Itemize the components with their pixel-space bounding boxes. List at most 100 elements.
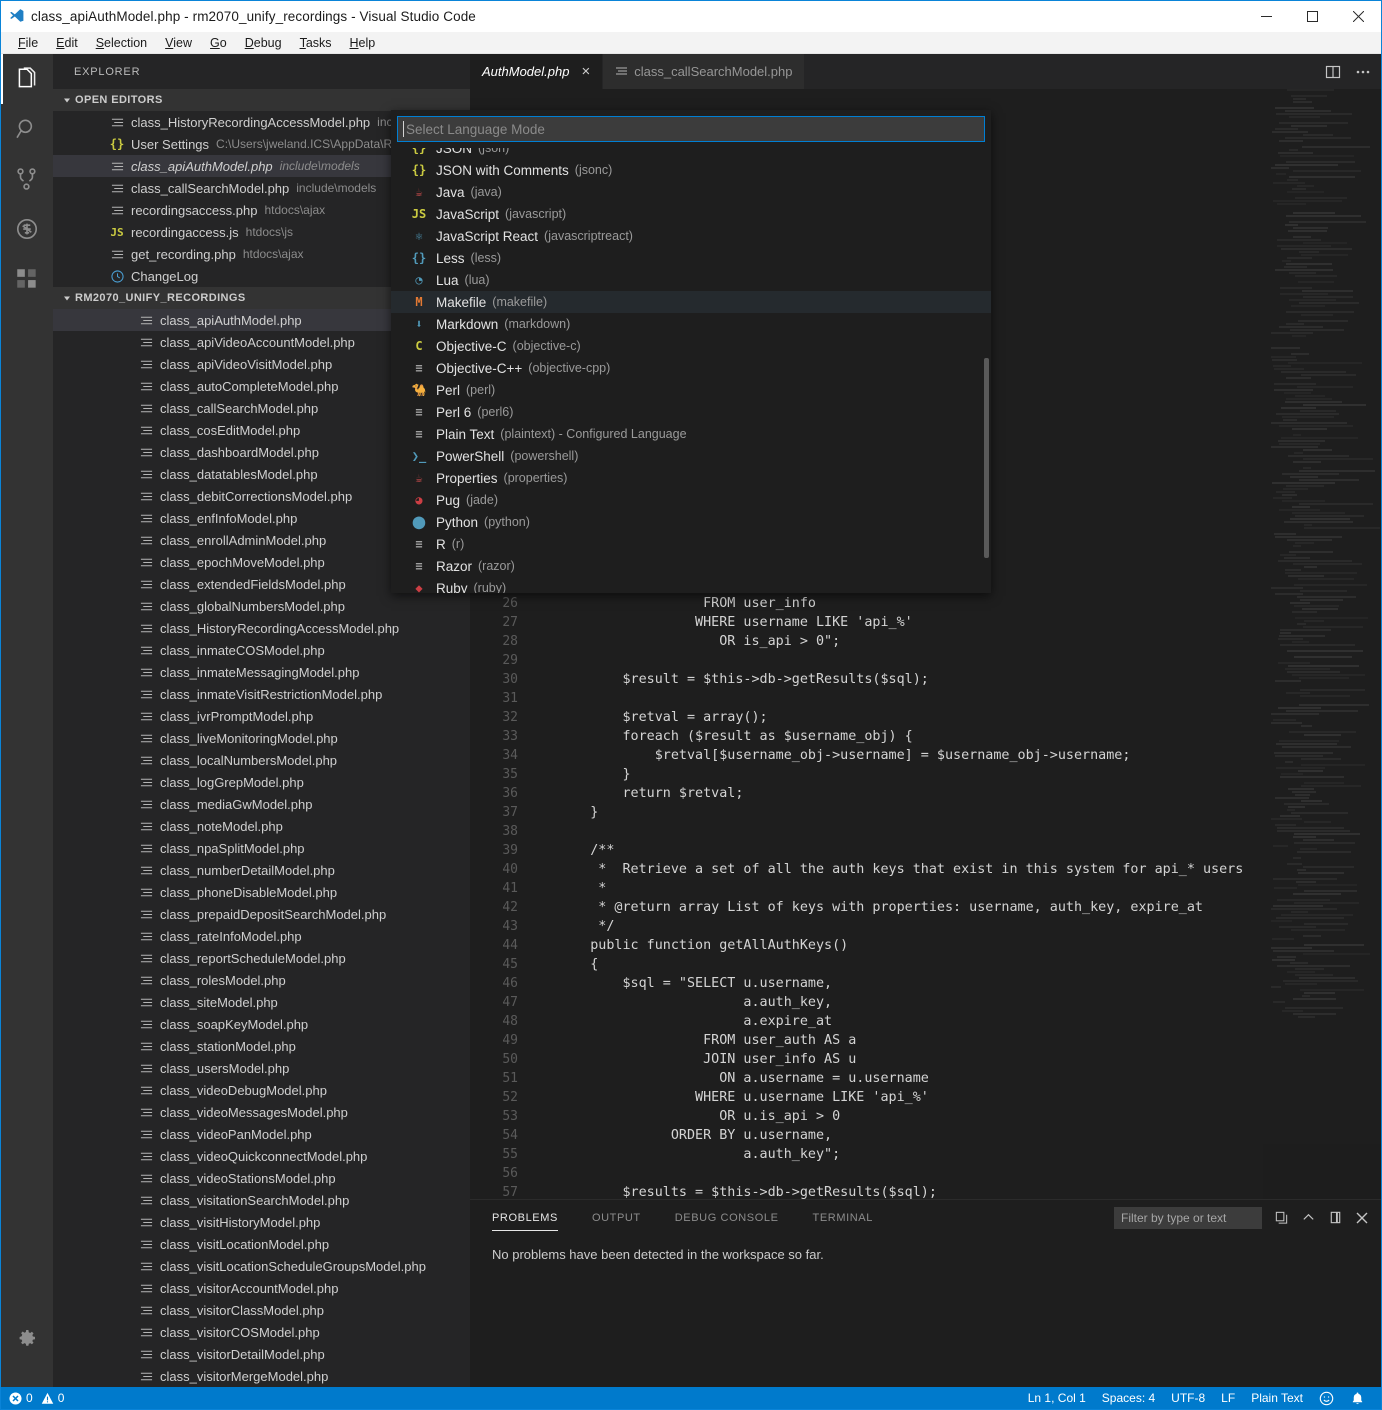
code-line[interactable]: 53 OR u.is_api > 0: [470, 1107, 1381, 1126]
code-lines[interactable]: 25 $sql = "SELECT username26 FROM user_i…: [470, 575, 1381, 1199]
file-tree-item[interactable]: class_videoDebugModel.php: [53, 1079, 470, 1101]
activity-explorer[interactable]: [1, 54, 53, 104]
menu-tasks[interactable]: Tasks: [291, 34, 341, 52]
chevron-up-icon[interactable]: [1301, 1210, 1316, 1225]
quick-pick-language-mode[interactable]: Select Language Mode {} JSON (json) {} JSO…: [391, 110, 991, 593]
status-language-mode[interactable]: Plain Text: [1243, 1387, 1311, 1409]
gear-icon[interactable]: [1, 1313, 53, 1363]
activity-debug[interactable]: [1, 204, 53, 254]
quick-pick-item[interactable]: ≡ Razor (razor): [391, 555, 991, 577]
file-tree-item[interactable]: class_rateInfoModel.php: [53, 925, 470, 947]
file-tree-item[interactable]: class_localNumbersModel.php: [53, 749, 470, 771]
quick-pick-item[interactable]: 🐪 Perl (perl): [391, 379, 991, 401]
quick-pick-item[interactable]: {} Less (less): [391, 247, 991, 269]
close-icon[interactable]: [1355, 1211, 1369, 1225]
file-tree-item[interactable]: class_stationModel.php: [53, 1035, 470, 1057]
file-tree-item[interactable]: class_videoQuickconnectModel.php: [53, 1145, 470, 1167]
tab-class-callsearchmodel[interactable]: class_callSearchModel.php: [603, 54, 806, 89]
code-line[interactable]: 56: [470, 1164, 1381, 1183]
quick-pick-item[interactable]: ≡ Perl 6 (perl6): [391, 401, 991, 423]
file-tree-item[interactable]: class_videoPanModel.php: [53, 1123, 470, 1145]
code-line[interactable]: 32 $retval = array();: [470, 708, 1381, 727]
file-tree-item[interactable]: class_npaSplitModel.php: [53, 837, 470, 859]
file-tree-item[interactable]: class_siteModel.php: [53, 991, 470, 1013]
quick-pick-item[interactable]: ◆ Ruby (ruby): [391, 577, 991, 594]
code-line[interactable]: 54 ORDER BY u.username,: [470, 1126, 1381, 1145]
quick-pick-item[interactable]: {} JSON with Comments (jsonc): [391, 159, 991, 181]
code-line[interactable]: 51 ON a.username = u.username: [470, 1069, 1381, 1088]
quick-pick-item[interactable]: ❯_ PowerShell (powershell): [391, 445, 991, 467]
status-encoding[interactable]: UTF-8: [1163, 1387, 1213, 1409]
file-tree-item[interactable]: class_videoStationsModel.php: [53, 1167, 470, 1189]
quick-pick-list[interactable]: {} JSON (json) {} JSON with Comments (jsonc…: [391, 148, 991, 593]
bell-icon[interactable]: [1342, 1387, 1373, 1409]
quick-pick-input[interactable]: Select Language Mode: [397, 116, 985, 142]
panel-tab-problems[interactable]: PROBLEMS: [492, 1204, 558, 1231]
maximize-panel-icon[interactable]: [1328, 1210, 1343, 1225]
file-tree-item[interactable]: class_globalNumbersModel.php: [53, 595, 470, 617]
quick-pick-item[interactable]: ⚛ JavaScript React (javascriptreact): [391, 225, 991, 247]
code-line[interactable]: 52 WHERE u.username LIKE 'api_%': [470, 1088, 1381, 1107]
file-tree-item[interactable]: class_visitorDetailModel.php: [53, 1343, 470, 1365]
tab-active-file[interactable]: AuthModel.php ×: [470, 54, 604, 89]
code-line[interactable]: 46 $sql = "SELECT u.username,: [470, 974, 1381, 993]
status-cursor-position[interactable]: Ln 1, Col 1: [1020, 1387, 1094, 1409]
quick-pick-item[interactable]: ≡ Objective-C++ (objective-cpp): [391, 357, 991, 379]
file-tree-item[interactable]: class_visitLocationModel.php: [53, 1233, 470, 1255]
panel-tab-debug-console[interactable]: DEBUG CONSOLE: [675, 1204, 779, 1231]
status-problems[interactable]: 0 0: [9, 1391, 64, 1405]
quick-pick-item[interactable]: ⬤ Python (python): [391, 511, 991, 533]
code-line[interactable]: 47 a.auth_key,: [470, 993, 1381, 1012]
quick-pick-item[interactable]: ⬇ Markdown (markdown): [391, 313, 991, 335]
code-line[interactable]: 36 return $retval;: [470, 784, 1381, 803]
code-line[interactable]: 49 FROM user_auth AS a: [470, 1031, 1381, 1050]
file-tree-item[interactable]: class_noteModel.php: [53, 815, 470, 837]
quick-pick-item[interactable]: C Objective-C (objective-c): [391, 335, 991, 357]
file-tree-item[interactable]: class_inmateVisitRestrictionModel.php: [53, 683, 470, 705]
code-line[interactable]: 57 $results = $this->db->getResults($sql…: [470, 1183, 1381, 1199]
menu-view[interactable]: View: [156, 34, 201, 52]
file-tree-item[interactable]: class_reportScheduleModel.php: [53, 947, 470, 969]
code-line[interactable]: 48 a.expire_at: [470, 1012, 1381, 1031]
open-editors-header[interactable]: OPEN EDITORS: [53, 89, 470, 111]
file-tree-item[interactable]: class_HistoryRecordingAccessModel.php: [53, 617, 470, 639]
file-tree-item[interactable]: class_mediaGwModel.php: [53, 793, 470, 815]
file-tree-item[interactable]: class_visitHistoryModel.php: [53, 1211, 470, 1233]
quick-pick-item[interactable]: ≡ R (r): [391, 533, 991, 555]
file-tree-item[interactable]: class_usersModel.php: [53, 1057, 470, 1079]
file-tree-item[interactable]: class_inmateMessagingModel.php: [53, 661, 470, 683]
close-button[interactable]: [1335, 1, 1381, 32]
code-line[interactable]: 42 * @return array List of keys with pro…: [470, 898, 1381, 917]
activity-search[interactable]: [1, 104, 53, 154]
file-tree-item[interactable]: class_visitorAccountModel.php: [53, 1277, 470, 1299]
menu-debug[interactable]: Debug: [236, 34, 291, 52]
quick-pick-item[interactable]: JS JavaScript (javascript): [391, 203, 991, 225]
code-line[interactable]: 41 *: [470, 879, 1381, 898]
file-tree-item[interactable]: class_rolesModel.php: [53, 969, 470, 991]
code-line[interactable]: 40 * Retrieve a set of all the auth keys…: [470, 860, 1381, 879]
quick-pick-item[interactable]: M Makefile (makefile): [391, 291, 991, 313]
menu-file[interactable]: File: [9, 34, 47, 52]
file-tree-item[interactable]: class_visitorClassModel.php: [53, 1299, 470, 1321]
minimize-button[interactable]: [1243, 1, 1289, 32]
split-editor-icon[interactable]: [1325, 64, 1341, 80]
file-tree-item[interactable]: class_visitorCOSModel.php: [53, 1321, 470, 1343]
code-line[interactable]: 26 FROM user_info: [470, 594, 1381, 613]
file-tree-item[interactable]: class_inmateCOSModel.php: [53, 639, 470, 661]
quick-pick-item[interactable]: ◔ Lua (lua): [391, 269, 991, 291]
panel-tab-output[interactable]: OUTPUT: [592, 1204, 641, 1231]
code-line[interactable]: 27 WHERE username LIKE 'api_%': [470, 613, 1381, 632]
file-tree-item[interactable]: class_liveMonitoringModel.php: [53, 727, 470, 749]
file-tree-item[interactable]: class_logGrepModel.php: [53, 771, 470, 793]
maximize-button[interactable]: [1289, 1, 1335, 32]
quick-pick-item[interactable]: ☕ Properties (properties): [391, 467, 991, 489]
file-tree-item[interactable]: class_numberDetailModel.php: [53, 859, 470, 881]
status-eol[interactable]: LF: [1213, 1387, 1243, 1409]
code-line[interactable]: 37 }: [470, 803, 1381, 822]
code-line[interactable]: 55 a.auth_key";: [470, 1145, 1381, 1164]
filter-input[interactable]: Filter by type or text: [1114, 1206, 1262, 1229]
minimap[interactable]: [1263, 89, 1381, 1199]
code-line[interactable]: 43 */: [470, 917, 1381, 936]
code-line[interactable]: 38: [470, 822, 1381, 841]
code-line[interactable]: 33 foreach ($result as $username_obj) {: [470, 727, 1381, 746]
